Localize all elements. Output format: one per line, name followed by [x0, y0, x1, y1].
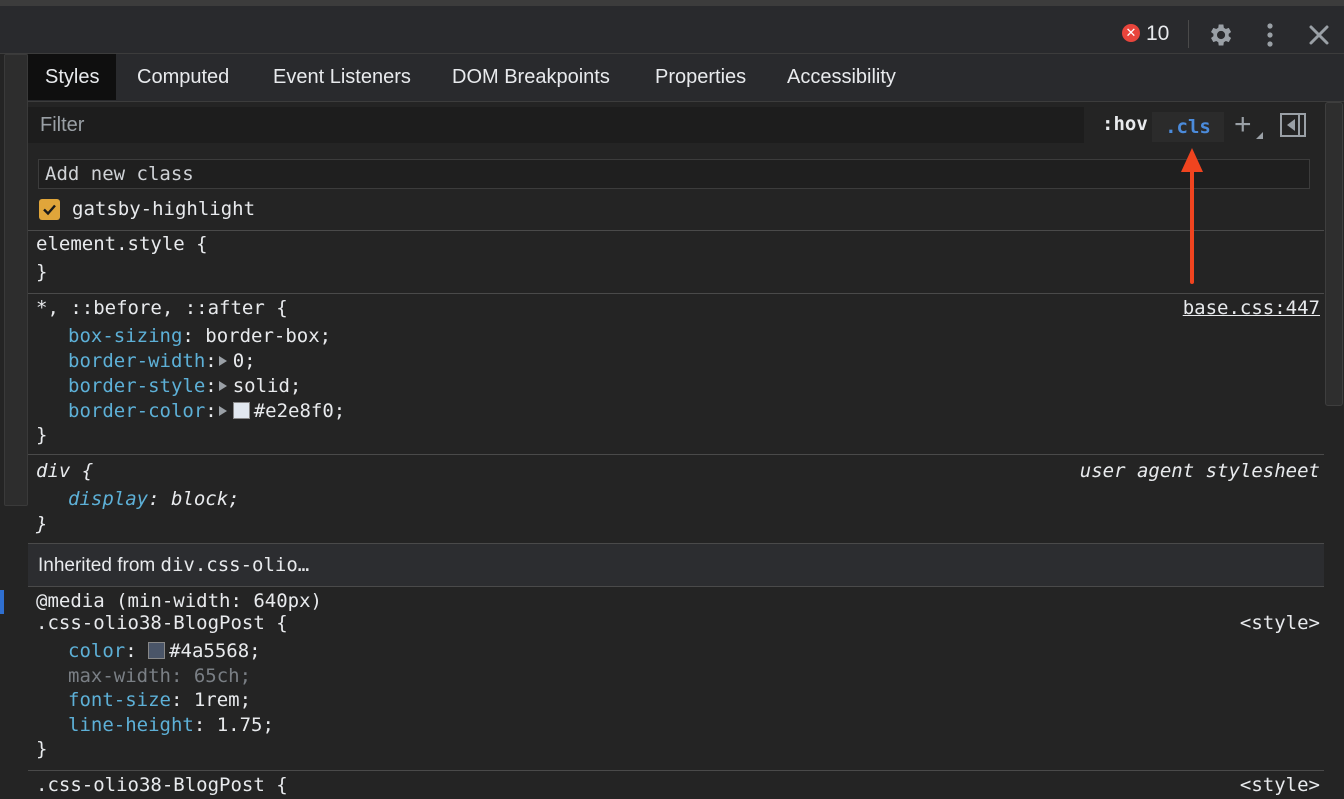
rule-close: } [36, 261, 48, 283]
devtools-toolbar: ✕ 10 [0, 0, 1344, 54]
class-name-label: gatsby-highlight [72, 198, 256, 220]
expand-triangle-icon[interactable] [218, 381, 227, 391]
property-value[interactable]: solid; [233, 375, 302, 397]
inherited-header: Inherited from div.css-olio… [28, 544, 1324, 587]
expand-triangle-icon[interactable] [218, 356, 227, 366]
class-panel: gatsby-highlight [28, 148, 1324, 231]
selection-marker [0, 590, 4, 614]
check-icon [43, 204, 56, 216]
property-name[interactable]: max-width [68, 665, 171, 687]
rule-source-link[interactable]: base.css:447 [1183, 297, 1320, 319]
rule-source-link[interactable]: <style> [1240, 612, 1320, 634]
tab-event-listeners[interactable]: Event Listeners [256, 54, 428, 100]
color-swatch[interactable] [232, 402, 250, 419]
rule-selector[interactable]: .css-olio38-BlogPost { [36, 612, 288, 634]
class-checkbox[interactable] [39, 199, 60, 220]
property-value[interactable]: #e2e8f0; [254, 400, 346, 422]
property-name[interactable]: border-width [68, 350, 205, 372]
inherited-label: Inherited from div.css-olio… [38, 554, 309, 577]
tab-styles[interactable]: Styles [28, 54, 117, 100]
declaration[interactable]: display: block; [68, 488, 240, 510]
tab-computed[interactable]: Computed [120, 54, 246, 100]
rule-selector[interactable]: div { [36, 460, 93, 482]
kebab-menu-icon[interactable] [1262, 21, 1278, 49]
gear-icon[interactable] [1206, 21, 1234, 49]
close-icon[interactable] [1306, 22, 1332, 48]
property-value[interactable]: 0; [233, 350, 256, 372]
property-value[interactable]: border-box; [205, 325, 331, 347]
media-query: @media (min-width: 640px) [36, 590, 322, 612]
blogpost-media-rule: @media (min-width: 640px) .css-olio38-Bl… [28, 587, 1324, 771]
declaration[interactable]: border-width: 0; [68, 350, 256, 372]
color-swatch[interactable] [148, 642, 166, 659]
property-name[interactable]: line-height [68, 714, 194, 736]
rule-close: } [36, 738, 48, 760]
universal-rule: *, ::before, ::after { base.css:447 box-… [28, 294, 1324, 455]
tab-properties[interactable]: Properties [638, 54, 763, 100]
inherited-prefix: Inherited from [38, 555, 161, 576]
new-style-rule-icon[interactable]: + [1234, 110, 1252, 140]
rule-source-label: user agent stylesheet [1079, 460, 1320, 482]
hov-button[interactable]: :hov [1102, 113, 1148, 135]
property-value[interactable]: block; [171, 488, 240, 510]
declaration[interactable]: font-size: 1rem; [68, 689, 251, 711]
left-panel-scrollbar[interactable] [4, 54, 28, 506]
rule-selector[interactable]: .css-olio38-BlogPost { [36, 774, 288, 796]
filter-toolbar: :hov .cls + [28, 102, 1324, 148]
new-rule-menu-corner-icon[interactable] [1256, 132, 1263, 139]
add-class-input[interactable] [38, 159, 1310, 189]
property-name[interactable]: border-color [68, 400, 205, 422]
property-name[interactable]: display [68, 488, 148, 510]
user-agent-div-rule: div { user agent stylesheet display: blo… [28, 455, 1324, 544]
property-name[interactable]: border-style [68, 375, 205, 397]
error-icon[interactable]: ✕ [1122, 24, 1140, 42]
tab-accessibility[interactable]: Accessibility [770, 54, 913, 100]
declaration[interactable]: border-style: solid; [68, 375, 301, 397]
tab-dom-breakpoints[interactable]: DOM Breakpoints [435, 54, 627, 100]
styles-tabbar: Styles Computed Event Listeners DOM Brea… [28, 54, 1344, 102]
rule-close: } [36, 424, 48, 446]
expand-triangle-icon[interactable] [218, 406, 227, 416]
declaration[interactable]: line-height: 1.75; [68, 714, 274, 736]
rule-source-link[interactable]: <style> [1240, 774, 1320, 796]
filter-input[interactable] [28, 107, 1084, 143]
declaration[interactable]: color: #4a5568; [68, 640, 261, 662]
toggle-sidebar-icon[interactable] [1280, 113, 1306, 137]
declaration[interactable]: border-color: #e2e8f0; [68, 400, 345, 422]
rule-selector[interactable]: *, ::before, ::after { [36, 297, 288, 319]
rule-selector[interactable]: element.style { [36, 233, 208, 255]
error-count[interactable]: 10 [1146, 22, 1169, 46]
blogpost-rule: .css-olio38-BlogPost { <style> [28, 771, 1324, 799]
property-name[interactable]: font-size [68, 689, 171, 711]
inherited-selector[interactable]: div.css-olio… [161, 554, 310, 576]
declaration[interactable]: box-sizing: border-box; [68, 325, 331, 347]
element-style-rule: element.style { } [28, 231, 1324, 294]
annotation-arrow-icon [1181, 148, 1203, 284]
property-name[interactable]: box-sizing [68, 325, 182, 347]
cls-button[interactable]: .cls [1152, 112, 1224, 142]
property-value[interactable]: 65ch; [194, 665, 251, 687]
property-value[interactable]: 1rem; [194, 689, 251, 711]
property-value[interactable]: 1.75; [217, 714, 274, 736]
styles-scrollbar-thumb[interactable] [1325, 102, 1343, 406]
overridden-declaration[interactable]: max-width: 65ch; [68, 665, 251, 687]
property-name[interactable]: color [68, 640, 125, 662]
toolbar-divider [1188, 20, 1189, 48]
property-value[interactable]: #4a5568; [169, 640, 261, 662]
rule-close: } [36, 513, 48, 535]
